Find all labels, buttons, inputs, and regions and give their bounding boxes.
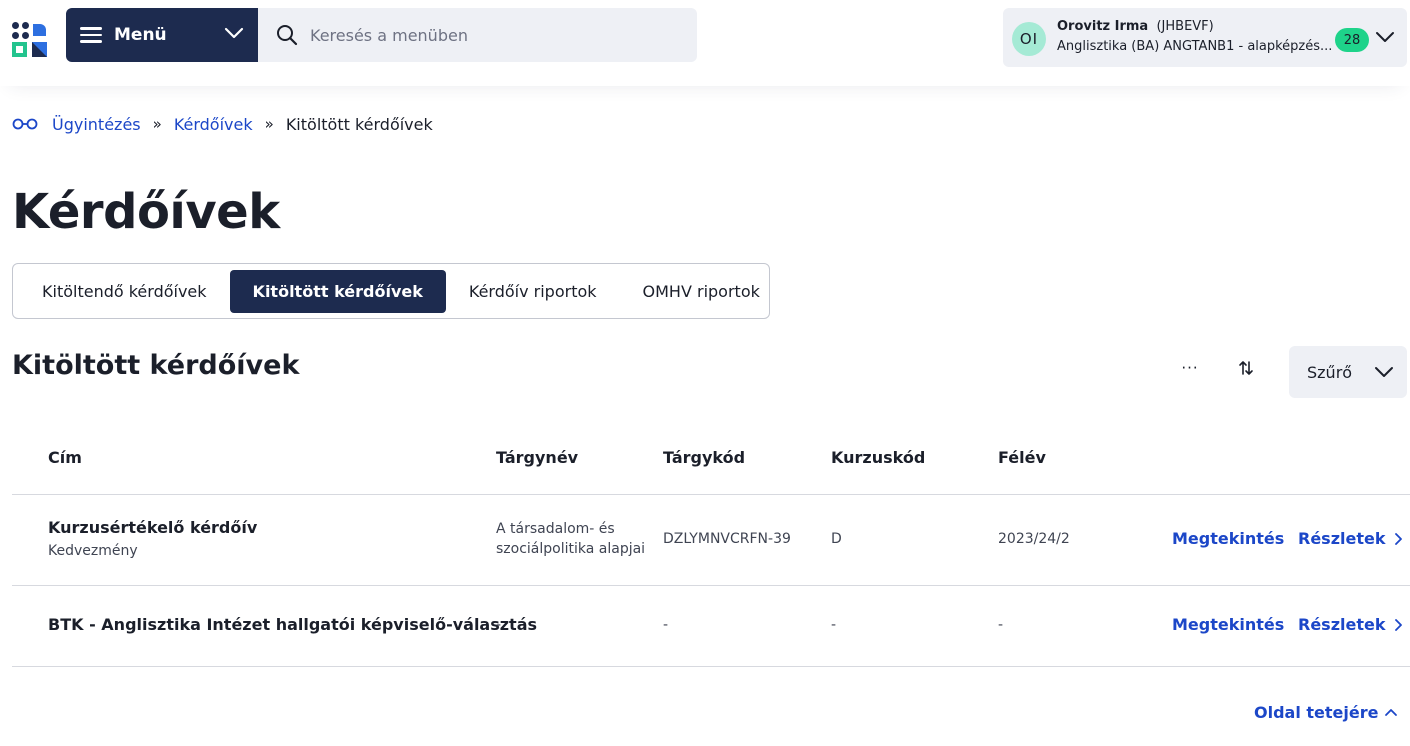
row-subject-name: A társadalom- és szociálpolitika alapjai bbox=[496, 519, 645, 559]
row-subject-code: DZLYMNVCRFN-39 bbox=[663, 531, 791, 547]
table-header: Cím Tárgynév Tárgykód Kurzuskód Félév bbox=[12, 420, 1410, 495]
breadcrumb: Ügyintézés » Kérdőívek » Kitöltött kérdő… bbox=[12, 112, 433, 136]
row-title: BTK - Anglisztika Intézet hallgatói képv… bbox=[48, 615, 538, 634]
breadcrumb-separator: » bbox=[264, 115, 274, 133]
row-subject-code: - bbox=[663, 617, 669, 633]
details-link[interactable]: Részletek bbox=[1298, 529, 1405, 548]
menu-button[interactable]: Menü bbox=[66, 8, 258, 62]
glasses-icon bbox=[12, 118, 38, 130]
questionnaire-table: Cím Tárgynév Tárgykód Kurzuskód Félév Ku… bbox=[12, 420, 1410, 667]
sort-icon bbox=[1239, 361, 1253, 375]
chevron-up-icon bbox=[1385, 708, 1398, 716]
user-code: (JHBEVF) bbox=[1156, 19, 1214, 34]
top-header: Menü OI Orovitz Irma (JHBEVF) Anglisztik… bbox=[0, 0, 1410, 86]
tab-omhv-riportok[interactable]: OMHV riportok bbox=[620, 270, 783, 313]
view-link[interactable]: Megtekintés bbox=[1172, 529, 1284, 548]
chevron-down-icon bbox=[1375, 367, 1394, 377]
menu-label: Menü bbox=[114, 25, 167, 45]
table-row: BTK - Anglisztika Intézet hallgatói képv… bbox=[12, 586, 1410, 667]
row-title: Kurzusértékelő kérdőív bbox=[48, 518, 258, 537]
row-subtitle: Kedvezmény bbox=[48, 543, 138, 559]
column-header-felev: Félév bbox=[998, 448, 1046, 467]
tab-kitoltott[interactable]: Kitöltött kérdőívek bbox=[229, 269, 446, 313]
details-label: Részletek bbox=[1298, 529, 1386, 548]
details-link[interactable]: Részletek bbox=[1298, 615, 1405, 634]
menu-search bbox=[258, 8, 697, 62]
table-row: Kurzusértékelő kérdőív Kedvezmény A társ… bbox=[12, 495, 1410, 586]
chevron-down-icon bbox=[224, 27, 244, 39]
column-header-targykod: Tárgykód bbox=[663, 448, 746, 467]
filter-button[interactable]: Szűrő bbox=[1289, 346, 1407, 398]
column-header-kurzuskod: Kurzuskód bbox=[831, 448, 926, 467]
details-label: Részletek bbox=[1298, 615, 1386, 634]
row-subject-name-line1: A társadalom- és bbox=[496, 521, 615, 537]
column-header-targynev: Tárgynév bbox=[496, 448, 579, 467]
row-subject-name-line2: szociálpolitika alapjai bbox=[496, 541, 646, 557]
user-name-line: Orovitz Irma (JHBEVF) bbox=[1057, 19, 1214, 34]
page-title: Kérdőívek bbox=[12, 184, 280, 240]
row-semester: - bbox=[998, 617, 1004, 633]
notification-badge[interactable]: 28 bbox=[1335, 28, 1369, 52]
user-name: Orovitz Irma bbox=[1057, 19, 1149, 34]
filter-label: Szűrő bbox=[1307, 362, 1353, 382]
row-semester: 2023/24/2 bbox=[998, 531, 1070, 547]
chevron-down-icon bbox=[1376, 32, 1394, 42]
breadcrumb-separator: » bbox=[152, 115, 162, 133]
row-subject-name: - bbox=[496, 617, 502, 633]
hamburger-icon bbox=[80, 27, 102, 43]
sort-button[interactable] bbox=[1232, 354, 1260, 382]
more-options-button[interactable]: ··· bbox=[1176, 354, 1204, 382]
section-title: Kitöltött kérdőívek bbox=[12, 350, 300, 381]
row-course-code: D bbox=[831, 531, 842, 547]
breadcrumb-kerdoivek[interactable]: Kérdőívek bbox=[174, 115, 253, 134]
tab-kerdoiv-riportok[interactable]: Kérdőív riportok bbox=[446, 270, 620, 313]
chevron-right-icon bbox=[1395, 618, 1403, 631]
row-course-code: - bbox=[831, 617, 837, 633]
user-profile-switcher[interactable]: OI Orovitz Irma (JHBEVF) Anglisztika (BA… bbox=[1003, 8, 1407, 67]
avatar: OI bbox=[1012, 22, 1046, 56]
tab-kitoltendo[interactable]: Kitöltendő kérdőívek bbox=[19, 270, 230, 313]
menu-search-input[interactable] bbox=[310, 25, 670, 45]
view-link[interactable]: Megtekintés bbox=[1172, 615, 1284, 634]
breadcrumb-current: Kitöltött kérdőívek bbox=[285, 114, 433, 134]
breadcrumb-ugyintezes[interactable]: Ügyintézés bbox=[52, 115, 141, 134]
back-to-top-label: Oldal tetejére bbox=[1254, 703, 1379, 722]
column-header-cim: Cím bbox=[48, 448, 82, 467]
university-logo-icon[interactable] bbox=[12, 22, 48, 58]
user-program: Anglisztika (BA) ANGTANB1 - alapképzés..… bbox=[1057, 39, 1333, 54]
tab-bar: Kitöltendő kérdőívek Kitöltött kérdőívek… bbox=[12, 263, 770, 319]
back-to-top-link[interactable]: Oldal tetejére bbox=[1254, 703, 1398, 722]
search-icon bbox=[277, 25, 298, 46]
chevron-right-icon bbox=[1395, 532, 1403, 545]
